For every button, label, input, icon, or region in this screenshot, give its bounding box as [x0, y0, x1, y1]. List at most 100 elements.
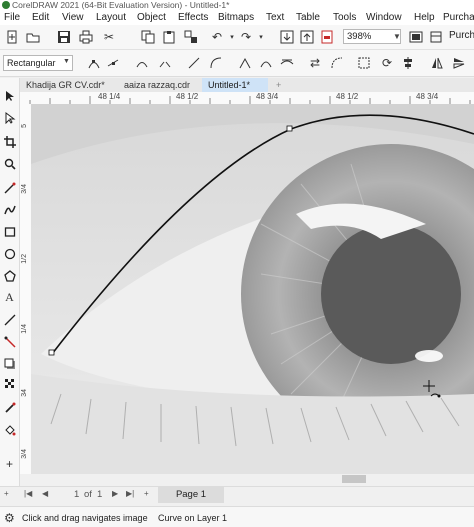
pick-tool-icon[interactable]: [2, 88, 17, 103]
tab-untitled-1[interactable]: Untitled-1*: [202, 78, 268, 92]
redo-icon[interactable]: ↷: [238, 29, 254, 45]
symmetrical-node-icon[interactable]: [279, 55, 295, 71]
stretch-nodes-icon[interactable]: [356, 55, 372, 71]
ruler-label: 1/4: [21, 324, 28, 334]
freehand-tool-icon[interactable]: [2, 180, 17, 195]
cusp-node-icon[interactable]: [237, 55, 253, 71]
save-icon[interactable]: [56, 29, 72, 45]
add-page-before-icon[interactable]: +: [4, 489, 9, 498]
parallel-dimension-tool-icon[interactable]: [2, 312, 17, 327]
last-page-icon[interactable]: ▶|: [126, 489, 134, 498]
rotate-nodes-icon[interactable]: ⟳: [379, 55, 395, 71]
page-tab[interactable]: Page 1: [158, 487, 224, 503]
tab-aaiza-razzaq[interactable]: aaiza razzaq.cdr: [118, 78, 202, 92]
menu-help[interactable]: Help: [414, 12, 435, 23]
text-tool-icon[interactable]: A: [2, 290, 17, 305]
shape-tool-icon[interactable]: [2, 110, 17, 125]
shape-tool-cursor-icon: [423, 380, 441, 398]
zoom-dropdown-icon[interactable]: ▼: [393, 32, 401, 41]
curve-node[interactable]: [286, 125, 293, 132]
ruler-label: 1/2: [21, 254, 28, 264]
full-screen-icon[interactable]: [408, 29, 424, 45]
reflect-nodes-icon[interactable]: [429, 55, 445, 71]
purchase-button[interactable]: Purchas: [449, 30, 474, 41]
status-hint: Click and drag navigates image: [22, 513, 148, 523]
connector-tool-icon[interactable]: [2, 334, 17, 349]
status-selection: Curve on Layer 1: [158, 513, 228, 523]
align-nodes-icon[interactable]: [400, 55, 416, 71]
import-icon[interactable]: [279, 29, 295, 45]
menu-layout[interactable]: Layout: [96, 12, 126, 23]
reverse-direction-icon[interactable]: ⇄: [307, 55, 323, 71]
join-nodes-icon[interactable]: [134, 55, 150, 71]
window-title: CorelDRAW 2021 (64-Bit Evaluation Versio…: [12, 0, 230, 10]
artistic-media-tool-icon[interactable]: [2, 202, 17, 217]
export-icon[interactable]: [299, 29, 315, 45]
convert-to-curve-icon[interactable]: [208, 55, 224, 71]
menu-file[interactable]: File: [4, 12, 20, 23]
menu-view[interactable]: View: [62, 12, 84, 23]
curve-node[interactable]: [48, 349, 55, 356]
reflect-vertical-icon[interactable]: [451, 55, 467, 71]
chevron-down-icon[interactable]: ▼: [63, 58, 70, 65]
node-edit-icon[interactable]: [86, 55, 102, 71]
break-curve-icon[interactable]: [157, 55, 173, 71]
title-bar: CorelDRAW 2021 (64-Bit Evaluation Versio…: [0, 0, 474, 11]
menu-effects[interactable]: Effects: [178, 12, 208, 23]
smooth-node-icon[interactable]: [258, 55, 274, 71]
menu-window[interactable]: Window: [366, 12, 402, 23]
paste-icon[interactable]: [161, 29, 177, 45]
coreldraw-logo-icon: [2, 1, 10, 9]
extend-curve-icon[interactable]: [329, 55, 345, 71]
drop-shadow-tool-icon[interactable]: [2, 356, 17, 371]
print-icon[interactable]: [78, 29, 94, 45]
ruler-ticks: [29, 96, 471, 104]
scrollbar-thumb[interactable]: [342, 475, 366, 483]
previous-page-icon[interactable]: ◀: [42, 489, 48, 498]
ellipse-tool-icon[interactable]: [2, 246, 17, 261]
menu-table[interactable]: Table: [296, 12, 320, 23]
add-tool-icon[interactable]: +: [2, 456, 17, 471]
settings-gear-icon[interactable]: ⚙: [4, 511, 15, 525]
tab-khadija-cv[interactable]: Khadija GR CV.cdr*: [20, 78, 118, 92]
zoom-tool-icon[interactable]: [2, 156, 17, 171]
paste-special-icon[interactable]: [183, 29, 199, 45]
new-document-icon[interactable]: [4, 29, 20, 45]
crop-tool-icon[interactable]: [2, 134, 17, 149]
page-of-label: of: [84, 489, 92, 500]
rectangle-tool-icon[interactable]: [2, 224, 17, 239]
redo-dropdown-icon[interactable]: ▾: [253, 29, 269, 45]
menu-text[interactable]: Text: [266, 12, 284, 23]
horizontal-scrollbar[interactable]: [31, 474, 474, 484]
eyedropper-tool-icon[interactable]: [2, 400, 17, 415]
menu-object[interactable]: Object: [137, 12, 166, 23]
export-pdf-icon[interactable]: [319, 29, 335, 45]
undo-icon[interactable]: ↶: [209, 29, 225, 45]
ruler-label: 5: [21, 124, 28, 128]
toolbox: A +: [0, 78, 20, 486]
menu-purchase[interactable]: Purcha: [443, 12, 474, 23]
convert-to-line-icon[interactable]: [186, 55, 202, 71]
menu-bitmaps[interactable]: Bitmaps: [218, 12, 254, 23]
copy-icon[interactable]: [140, 29, 156, 45]
transparency-tool-icon[interactable]: [2, 376, 17, 391]
add-tab-button[interactable]: +: [270, 78, 286, 92]
menu-tools[interactable]: Tools: [333, 12, 356, 23]
first-page-icon[interactable]: |◀: [24, 489, 32, 498]
ruler-label: 3/4: [21, 184, 28, 194]
document-tab-bar: Khadija GR CV.cdr* aaiza razzaq.cdr Unti…: [20, 78, 474, 92]
drawing-canvas[interactable]: [31, 104, 474, 474]
next-page-icon[interactable]: ▶: [112, 489, 118, 498]
status-bar: ⚙ Click and drag navigates image Curve o…: [0, 506, 474, 527]
add-node-icon[interactable]: [105, 55, 121, 71]
total-pages: 1: [97, 489, 103, 500]
ruler-label: 48 1/2: [176, 92, 199, 101]
open-icon[interactable]: [25, 29, 41, 45]
add-page-after-icon[interactable]: +: [144, 489, 149, 498]
tab-label: Khadija GR CV.cdr*: [26, 80, 105, 90]
options-icon[interactable]: [428, 29, 444, 45]
interactive-fill-tool-icon[interactable]: [2, 422, 17, 437]
polygon-tool-icon[interactable]: [2, 268, 17, 283]
menu-edit[interactable]: Edit: [32, 12, 49, 23]
cut-icon[interactable]: ✂: [101, 29, 117, 45]
